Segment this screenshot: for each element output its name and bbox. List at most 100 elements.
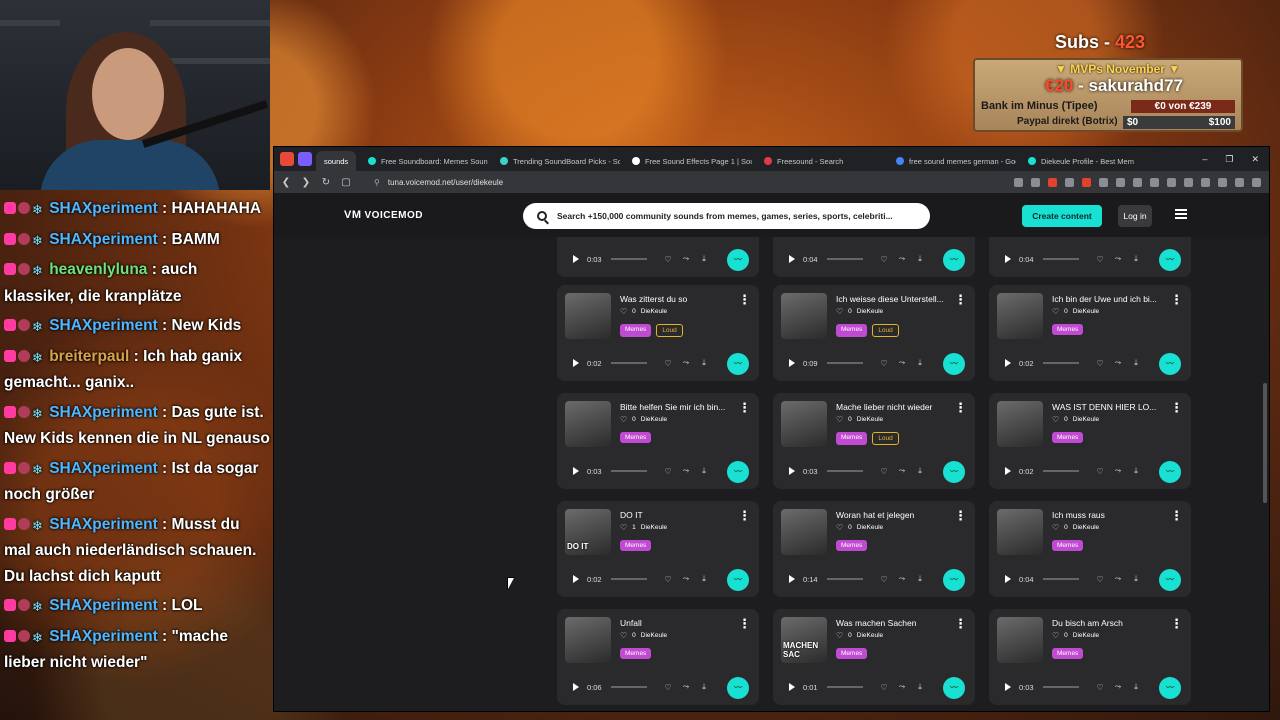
chat-username[interactable]: SHAXperiment [49, 597, 158, 614]
share-icon[interactable]: ⤳ [893, 682, 911, 692]
share-icon[interactable]: ⤳ [893, 358, 911, 368]
heart-icon[interactable]: ♡ [1091, 359, 1109, 368]
play-voicemod-icon[interactable]: 〰 [1159, 677, 1181, 699]
extension-icon[interactable] [1150, 177, 1159, 187]
sound-thumbnail[interactable] [565, 293, 611, 339]
download-icon[interactable]: ⤓ [695, 682, 713, 692]
chat-username[interactable]: heavenlyluna [49, 261, 147, 278]
sound-title[interactable]: Woran hat et jelegen [836, 510, 958, 520]
sound-thumbnail[interactable] [565, 401, 611, 447]
play-icon[interactable] [1005, 467, 1011, 475]
tag-memes[interactable]: Memes [1052, 324, 1084, 335]
progress-track[interactable] [1043, 258, 1079, 260]
sound-title[interactable]: Was machen Sachen [836, 618, 958, 628]
share-icon[interactable]: ⤳ [677, 682, 695, 692]
progress-track[interactable] [827, 578, 863, 580]
chat-username[interactable]: breiterpaul [49, 348, 129, 365]
sound-card[interactable]: 0:04 ♡ ⤳ ⤓ 〰 [773, 237, 975, 277]
sound-thumbnail[interactable]: MACHEN SAC [781, 617, 827, 663]
more-options-icon[interactable] [954, 508, 967, 524]
chat-username[interactable]: SHAXperiment [49, 516, 158, 533]
download-icon[interactable]: ⤓ [911, 682, 929, 692]
back-icon[interactable]: ❮ [278, 177, 294, 188]
share-icon[interactable]: ⤳ [677, 574, 695, 584]
play-voicemod-icon[interactable]: 〰 [943, 569, 965, 591]
download-icon[interactable]: ⤓ [695, 254, 713, 264]
more-options-icon[interactable] [738, 292, 751, 308]
uploader-name[interactable]: DieKeule [1073, 524, 1099, 531]
sound-thumbnail[interactable] [997, 509, 1043, 555]
play-icon[interactable] [789, 359, 795, 367]
sound-card[interactable]: Mache lieber nicht wieder ♡ 0 DieKeule Memes… [773, 393, 975, 489]
search-bar[interactable] [523, 203, 930, 229]
play-icon[interactable] [1005, 683, 1011, 691]
heart-icon[interactable]: ♡ [875, 359, 893, 368]
uploader-name[interactable]: DieKeule [857, 416, 883, 423]
play-voicemod-icon[interactable]: 〰 [727, 249, 749, 271]
uploader-name[interactable]: DieKeule [641, 632, 667, 639]
browser-tab[interactable]: sounds [316, 151, 356, 171]
share-icon[interactable]: ⤳ [1109, 682, 1127, 692]
play-icon[interactable] [573, 467, 579, 475]
sound-card[interactable]: MACHEN SAC Was machen Sachen ♡ 0 DieKeule Mem… [773, 609, 975, 705]
more-options-icon[interactable] [954, 616, 967, 632]
browser-tab[interactable]: Freesound - Search [756, 151, 884, 171]
bookmark-icon[interactable]: ▢ [338, 177, 354, 188]
browser-tab[interactable]: Diekeule Profile - Best Mem [1020, 151, 1148, 171]
sound-thumbnail[interactable] [997, 617, 1043, 663]
heart-icon[interactable]: ♡ [659, 255, 677, 264]
heart-icon[interactable]: ♡ [659, 359, 677, 368]
progress-track[interactable] [827, 258, 863, 260]
sound-card[interactable]: WAS IST DENN HIER LO... ♡ 0 DieKeule Memes 0:… [989, 393, 1191, 489]
uploader-name[interactable]: DieKeule [857, 632, 883, 639]
play-voicemod-icon[interactable]: 〰 [1159, 353, 1181, 375]
browser-tab[interactable]: Free Soundboard: Memes Sound effe [360, 151, 488, 171]
login-button[interactable]: Log in [1118, 205, 1152, 227]
share-icon[interactable]: ⤳ [677, 358, 695, 368]
download-icon[interactable]: ⤓ [911, 466, 929, 476]
play-icon[interactable] [1005, 255, 1011, 263]
tag-memes[interactable]: Memes [620, 540, 652, 551]
play-voicemod-icon[interactable]: 〰 [943, 249, 965, 271]
app-icon[interactable] [280, 152, 294, 166]
more-options-icon[interactable] [954, 400, 967, 416]
play-voicemod-icon[interactable]: 〰 [1159, 569, 1181, 591]
address-bar[interactable]: ⚲ tuna.voicemod.net/user/diekeule [374, 178, 503, 187]
more-options-icon[interactable] [738, 400, 751, 416]
share-icon[interactable]: ⤳ [893, 466, 911, 476]
sound-title[interactable]: Ich bin der Uwe und ich bi... [1052, 294, 1174, 304]
sound-card[interactable]: Ich muss raus♡0DieKeuleMemes0:04♡⤳⤓〰 [989, 501, 1191, 597]
heart-icon[interactable]: ♡ [1091, 255, 1109, 264]
sound-card[interactable]: 0:03 ♡ ⤳ ⤓ 〰 [557, 237, 759, 277]
progress-track[interactable] [611, 258, 647, 260]
more-options-icon[interactable] [1170, 292, 1183, 308]
play-voicemod-icon[interactable]: 〰 [727, 461, 749, 483]
tag-memes[interactable]: Memes [836, 648, 868, 659]
forward-icon[interactable]: ❯ [298, 177, 314, 188]
share-icon[interactable]: ⤳ [1109, 466, 1127, 476]
uploader-name[interactable]: DieKeule [641, 524, 667, 531]
heart-icon[interactable]: ♡ [1091, 467, 1109, 476]
uploader-name[interactable]: DieKeule [1073, 416, 1099, 423]
browser-tab[interactable]: Trending SoundBoard Picks - SoundBi [492, 151, 620, 171]
play-icon[interactable] [573, 575, 579, 583]
progress-track[interactable] [827, 470, 863, 472]
sidebar-icon[interactable] [1235, 177, 1244, 187]
browser-tab[interactable]: free sound memes german - Google S [888, 151, 1016, 171]
progress-track[interactable] [827, 686, 863, 688]
download-icon[interactable]: ⤓ [911, 254, 929, 264]
tag-memes[interactable]: Memes [836, 432, 868, 445]
sound-title[interactable]: Ich weisse diese Unterstell... [836, 294, 958, 304]
tag-loud[interactable]: Loud [656, 324, 683, 337]
play-icon[interactable] [789, 575, 795, 583]
sound-title[interactable]: Mache lieber nicht wieder [836, 402, 958, 412]
heart-icon[interactable]: ♡ [659, 683, 677, 692]
sound-thumbnail[interactable] [781, 401, 827, 447]
extension-icon[interactable] [1133, 177, 1142, 187]
sound-card[interactable]: Was zitterst du so ♡ 0 DieKeule Memes Loud 0:0… [557, 285, 759, 381]
heart-icon[interactable]: ♡ [875, 467, 893, 476]
scrollbar[interactable] [1263, 383, 1267, 503]
voicemod-logo[interactable]: VM VOICEMOD [344, 209, 423, 221]
sound-card[interactable]: Unfall♡0DieKeuleMemes0:06♡⤳⤓〰 [557, 609, 759, 705]
sound-title[interactable]: Bitte helfen Sie mir ich bin... [620, 402, 742, 412]
